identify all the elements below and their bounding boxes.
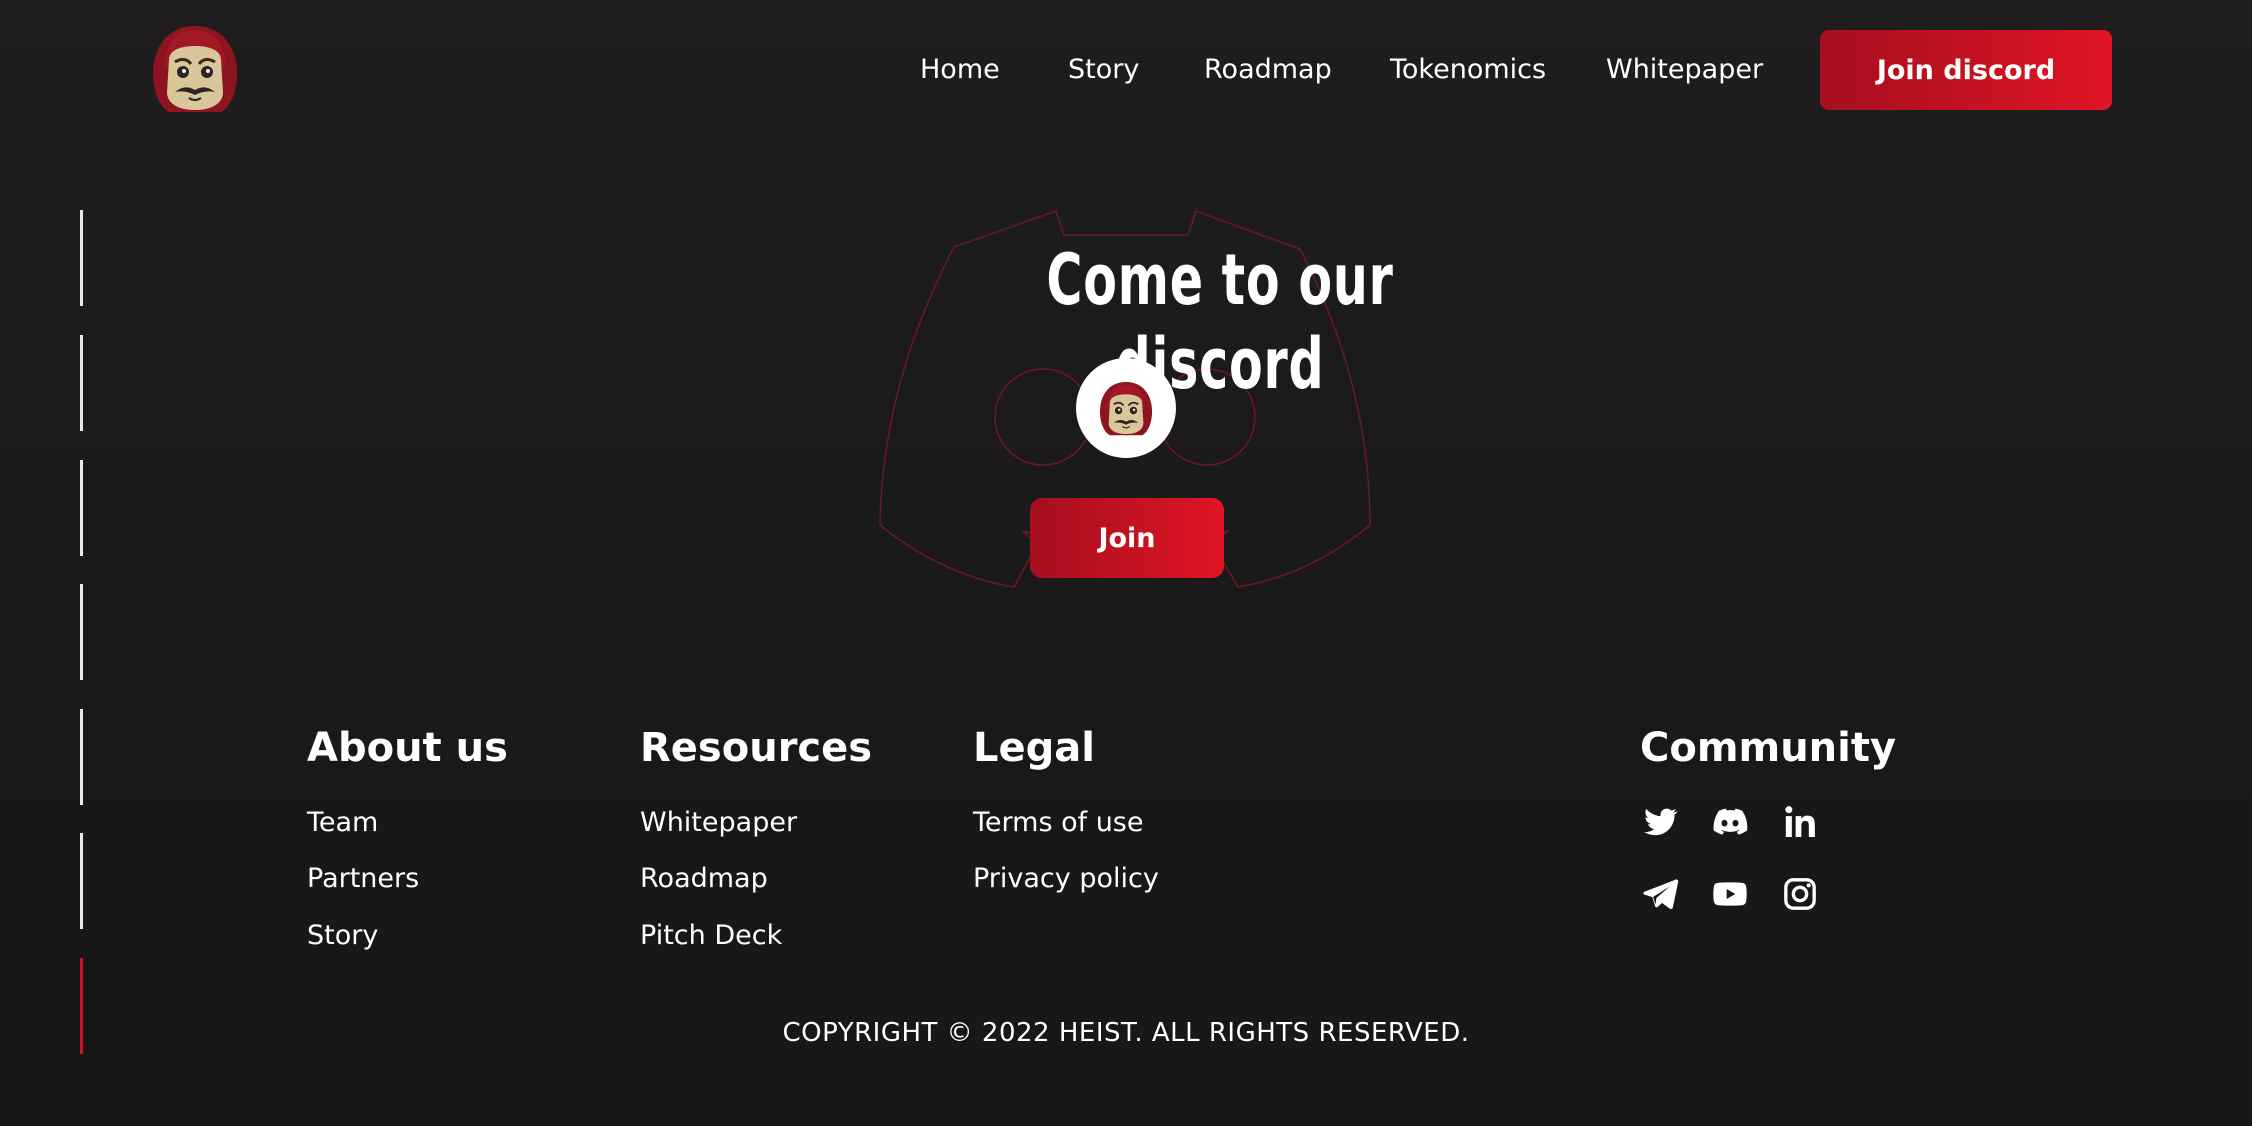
footer-heading-resources: Resources xyxy=(640,725,873,771)
footer-link-partners[interactable]: Partners xyxy=(307,861,419,897)
footer-link-whitepaper[interactable]: Whitepaper xyxy=(640,805,797,841)
footer-heading-community: Community xyxy=(1640,725,1897,771)
footer-link-privacy[interactable]: Privacy policy xyxy=(973,861,1159,897)
discord-section-title: Come to our discord xyxy=(1046,239,1394,405)
youtube-icon[interactable] xyxy=(1710,874,1750,914)
progress-segment[interactable] xyxy=(80,335,83,431)
footer-link-story[interactable]: Story xyxy=(307,918,378,954)
discord-avatar xyxy=(1076,358,1176,458)
progress-segment[interactable] xyxy=(80,460,83,556)
progress-segment[interactable] xyxy=(80,833,83,929)
footer-link-pitch-deck[interactable]: Pitch Deck xyxy=(640,918,782,954)
footer-heading-legal: Legal xyxy=(973,725,1095,771)
instagram-icon[interactable] xyxy=(1780,874,1820,914)
nav-story[interactable]: Story xyxy=(1068,50,1139,90)
top-navigation: Home Story Roadmap Tokenomics Whitepaper… xyxy=(0,0,2252,140)
mask-logo-icon xyxy=(151,24,239,114)
footer-link-terms[interactable]: Terms of use xyxy=(973,805,1144,841)
progress-segment[interactable] xyxy=(80,709,83,805)
footer-heading-about: About us xyxy=(307,725,508,771)
join-discord-button[interactable]: Join discord xyxy=(1820,30,2112,110)
heist-logo[interactable] xyxy=(145,22,245,114)
progress-segment[interactable] xyxy=(80,210,83,306)
progress-segment[interactable] xyxy=(80,584,83,680)
linkedin-icon[interactable] xyxy=(1780,802,1820,842)
footer-link-roadmap[interactable]: Roadmap xyxy=(640,861,768,897)
nav-roadmap[interactable]: Roadmap xyxy=(1204,50,1332,90)
join-button[interactable]: Join xyxy=(1030,498,1224,578)
nav-home[interactable]: Home xyxy=(920,50,1000,90)
twitter-icon[interactable] xyxy=(1640,802,1680,842)
telegram-icon[interactable] xyxy=(1640,874,1680,914)
nav-whitepaper[interactable]: Whitepaper xyxy=(1606,50,1763,90)
mask-avatar-icon xyxy=(1099,381,1153,437)
footer-link-team[interactable]: Team xyxy=(307,805,378,841)
discord-icon[interactable] xyxy=(1710,802,1750,842)
copyright-text: COPYRIGHT © 2022 HEIST. ALL RIGHTS RESER… xyxy=(782,1018,1470,1048)
nav-tokenomics[interactable]: Tokenomics xyxy=(1390,50,1546,90)
